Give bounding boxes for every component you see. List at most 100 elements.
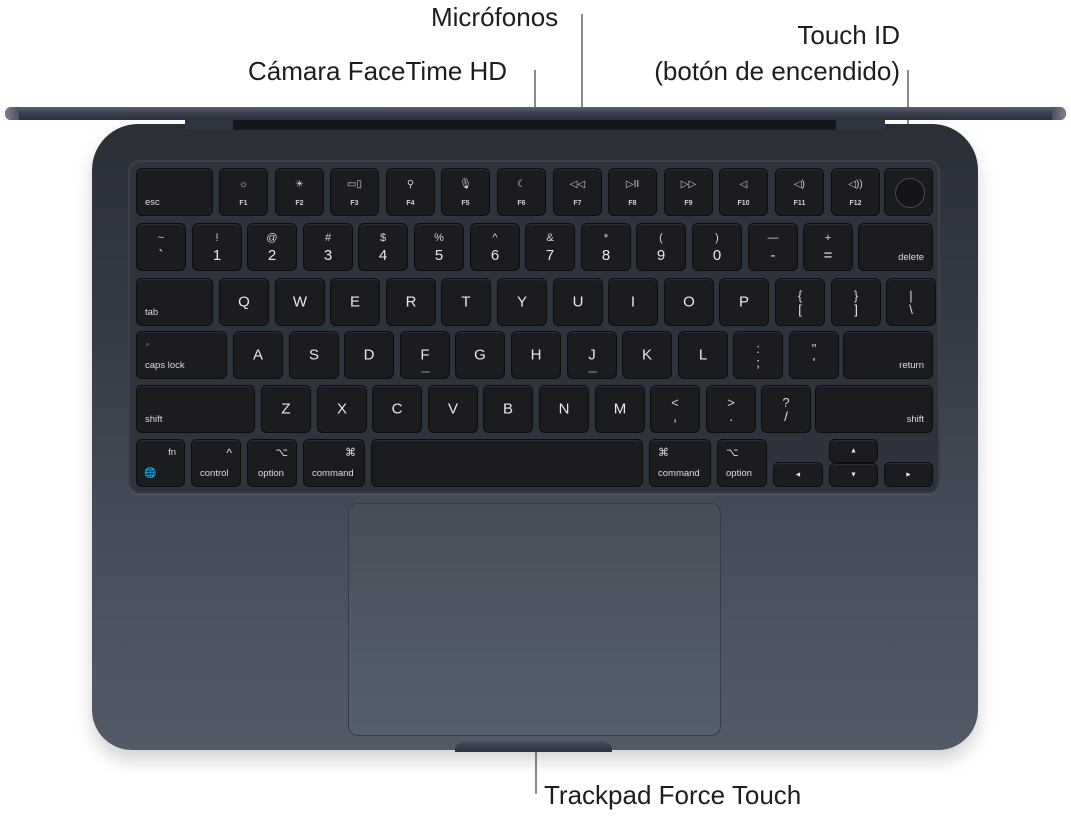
key-=[interactable]: + =: [803, 223, 853, 271]
key-delete[interactable]: delete: [858, 223, 933, 271]
key-esc[interactable]: esc: [136, 168, 213, 216]
key-semicolon[interactable]: :;: [733, 331, 783, 379]
key-f6[interactable]: ☾ F6: [497, 168, 546, 216]
key-8[interactable]: * 8: [581, 223, 631, 271]
key-option-right[interactable]: ⌥ option: [717, 439, 767, 487]
home-row-bump: [587, 371, 597, 373]
key-y[interactable]: Y: [497, 278, 547, 326]
key-t[interactable]: T: [441, 278, 491, 326]
key-fn-globe[interactable]: fn 🌐: [136, 439, 185, 487]
key-m[interactable]: M: [595, 385, 645, 433]
key-comma[interactable]: <,: [650, 385, 700, 433]
key-s[interactable]: S: [289, 331, 339, 379]
key-9[interactable]: (9: [636, 223, 686, 271]
force-touch-trackpad[interactable]: [348, 503, 721, 736]
key-n[interactable]: N: [539, 385, 589, 433]
arrow-up-icon: ▲: [850, 447, 857, 455]
key-symbol: [: [798, 302, 802, 317]
key-6[interactable]: ^ 6: [470, 223, 520, 271]
key-spacebar[interactable]: [371, 439, 643, 487]
key-close-bracket[interactable]: }]: [831, 278, 881, 326]
key-label: F12: [849, 200, 862, 207]
key-2[interactable]: @2: [247, 223, 297, 271]
key-command-left[interactable]: ⌘ command: [303, 439, 365, 487]
key-z[interactable]: Z: [261, 385, 311, 433]
key-arrow-up[interactable]: ▲: [829, 439, 878, 463]
key-arrow-down[interactable]: ▼: [829, 463, 878, 487]
key-a[interactable]: A: [233, 331, 283, 379]
key-backtick[interactable]: ~ `: [136, 223, 186, 271]
key-shift-symbol: <: [671, 395, 679, 410]
key-0[interactable]: ) 0: [692, 223, 742, 271]
key-5[interactable]: % 5: [414, 223, 464, 271]
key-q[interactable]: Q: [219, 278, 269, 326]
key-symbol: /: [784, 409, 788, 424]
key-arrow-left[interactable]: ◄: [773, 462, 823, 487]
key-caps-lock[interactable]: caps lock: [136, 331, 227, 379]
key-tab[interactable]: tab: [136, 278, 213, 326]
key-shift-left[interactable]: shift: [136, 385, 255, 433]
key-f9[interactable]: ▷▷ F9: [664, 168, 713, 216]
key-backslash[interactable]: | \: [886, 278, 936, 326]
key-shift-symbol: ): [715, 232, 719, 244]
key-g[interactable]: G: [455, 331, 505, 379]
key-j[interactable]: J: [567, 331, 617, 379]
display-lid-edge: [5, 107, 1066, 120]
hinge-left-cap: [185, 120, 233, 130]
key-l[interactable]: L: [678, 331, 728, 379]
key-4[interactable]: $4: [358, 223, 408, 271]
key-quote[interactable]: " ': [789, 331, 839, 379]
key-open-bracket[interactable]: {[: [775, 278, 825, 326]
key-symbol: \: [909, 302, 913, 317]
key-label: F1: [239, 200, 248, 207]
key-f12[interactable]: ◁)) F12: [831, 168, 880, 216]
key-b[interactable]: B: [483, 385, 533, 433]
key-slash[interactable]: ? /: [761, 385, 811, 433]
touch-id-power-button[interactable]: [884, 168, 933, 216]
key-f1[interactable]: ☼ F1: [219, 168, 268, 216]
key-letter: S: [308, 346, 319, 364]
key-r[interactable]: R: [386, 278, 436, 326]
key-label: control: [200, 468, 229, 479]
key-f2[interactable]: ☀ F2: [275, 168, 324, 216]
key-control[interactable]: ^ control: [191, 439, 241, 487]
key-f[interactable]: F: [400, 331, 450, 379]
key-label: F3: [350, 200, 359, 207]
key-e[interactable]: E: [330, 278, 380, 326]
key-f7[interactable]: ◁◁ F7: [553, 168, 602, 216]
key-symbol: 6: [490, 247, 500, 264]
key-shift-symbol: >: [727, 395, 735, 410]
key-c[interactable]: C: [372, 385, 422, 433]
key-f3[interactable]: ▭▯ F3: [330, 168, 379, 216]
key-command-right[interactable]: ⌘ command: [649, 439, 711, 487]
key-d[interactable]: D: [344, 331, 394, 379]
key-symbol: 4: [378, 247, 388, 264]
key-7[interactable]: & 7: [525, 223, 575, 271]
key-f5[interactable]: 🎙 F5: [441, 168, 490, 216]
key-k[interactable]: K: [622, 331, 672, 379]
key-f10[interactable]: ◁ F10: [719, 168, 768, 216]
key-arrow-right[interactable]: ►: [884, 462, 933, 487]
key-v[interactable]: V: [428, 385, 478, 433]
key--[interactable]: — -: [748, 223, 798, 271]
key-o[interactable]: O: [664, 278, 714, 326]
key-x[interactable]: X: [317, 385, 367, 433]
key-f11[interactable]: ◁) F11: [775, 168, 824, 216]
key-i[interactable]: I: [608, 278, 658, 326]
key-symbol: 8: [601, 247, 611, 264]
key-shift-right[interactable]: shift: [815, 385, 933, 433]
key-shift-symbol: |: [909, 288, 913, 303]
key-f4[interactable]: ⚲ F4: [386, 168, 435, 216]
key-return[interactable]: return: [843, 331, 933, 379]
key-u[interactable]: U: [553, 278, 603, 326]
key-1[interactable]: ! 1: [192, 223, 242, 271]
key-option-left[interactable]: ⌥ option: [247, 439, 297, 487]
key-symbol: 7: [545, 247, 555, 264]
key-f8[interactable]: ▷II F8: [608, 168, 657, 216]
key-p[interactable]: P: [719, 278, 769, 326]
key-period[interactable]: >.: [706, 385, 756, 433]
key-w[interactable]: W: [275, 278, 325, 326]
key-shift-symbol: $: [379, 232, 387, 244]
key-h[interactable]: H: [511, 331, 561, 379]
key-3[interactable]: #3: [303, 223, 353, 271]
